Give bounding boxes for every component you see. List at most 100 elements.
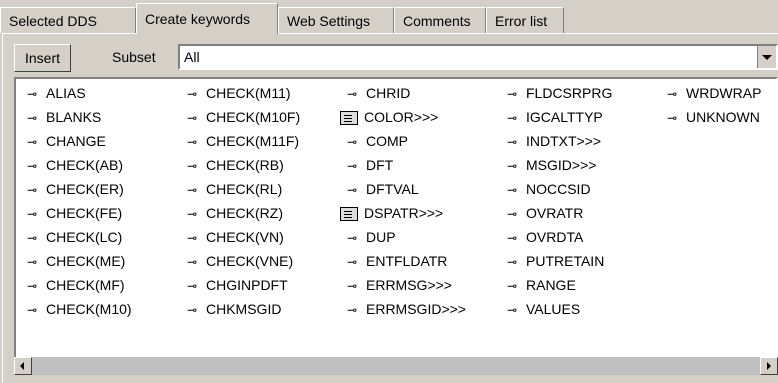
subset-label: Subset [112, 49, 156, 65]
insert-button[interactable]: Insert [14, 44, 72, 72]
list-item[interactable]: ⊸ COMP [340, 129, 408, 153]
list-item[interactable]: ⊸ OVRDTA [500, 225, 583, 249]
list-item[interactable]: ⊸ NOCCSID [500, 177, 591, 201]
key-icon: ⊸ [506, 159, 518, 174]
key-icon: ⊸ [506, 183, 518, 198]
list-item[interactable]: ⊸ MSGID>>> [500, 153, 596, 177]
list-item[interactable]: ⊸ PUTRETAIN [500, 249, 604, 273]
subset-select[interactable]: All [178, 44, 778, 70]
key-icon: ⊸ [346, 135, 358, 150]
list-item[interactable]: ⊸ CHECK(MF) [20, 273, 125, 297]
tab-label: Comments [403, 13, 471, 29]
list-item[interactable]: ⊸ RANGE [500, 273, 576, 297]
list-item[interactable]: ⊸ CHECK(LC) [20, 225, 122, 249]
list-item[interactable]: ⊸ ENTFLDATR [340, 249, 447, 273]
key-icon: ⊸ [506, 231, 518, 246]
list-item[interactable]: ⊸ CHECK(AB) [20, 153, 123, 177]
key-icon: ⊸ [26, 135, 38, 150]
list-item[interactable]: ⊸ WRDWRAP [660, 81, 761, 105]
list-item[interactable]: ⊸ CHECK(RL) [180, 177, 282, 201]
tab-web-settings[interactable]: Web Settings [278, 7, 394, 33]
chevron-down-icon[interactable] [757, 46, 776, 68]
list-item[interactable]: ⊸ VALUES [500, 297, 580, 321]
list-item[interactable]: ⊸ UNKNOWN [660, 105, 760, 129]
list-item[interactable]: ⊸ DUP [340, 225, 396, 249]
key-icon: ⊸ [26, 255, 38, 270]
key-icon: ⊸ [186, 303, 198, 318]
list-item[interactable]: ⊸ OVRATR [500, 201, 583, 225]
key-icon: ⊸ [506, 279, 518, 294]
key-icon: ⊸ [506, 111, 518, 126]
tab-comments[interactable]: Comments [394, 7, 486, 33]
list-item[interactable]: ⊸ ERRMSGID>>> [340, 297, 466, 321]
list-item[interactable]: ⊸ CHECK(VN) [180, 225, 284, 249]
key-icon: ⊸ [26, 303, 38, 318]
key-icon: ⊸ [186, 111, 198, 126]
list-item[interactable]: ⊸ CHECK(ME) [20, 249, 125, 273]
list-item[interactable]: ⊸ BLANKS [20, 105, 101, 129]
scroll-track[interactable] [32, 357, 760, 375]
list-item[interactable]: ⊸ CHANGE [20, 129, 106, 153]
list-item[interactable]: ⊸ CHECK(M11F) [180, 129, 299, 153]
list-icon [340, 207, 358, 222]
list-item[interactable]: ⊸ ERRMSG>>> [340, 273, 452, 297]
horizontal-scrollbar[interactable] [14, 357, 778, 375]
list-item[interactable]: ⊸ CHECK(M10F) [180, 105, 300, 129]
list-item[interactable]: ⊸ ALIAS [20, 81, 86, 105]
tab-label: Error list [495, 13, 548, 29]
list-item[interactable]: ⊸ DFTVAL [340, 177, 419, 201]
keyword-list[interactable]: ⊸ ALIAS ⊸ BLANKS ⊸ CHANGE ⊸ CHECK(AB) ⊸ CHECK… [14, 77, 778, 375]
key-icon: ⊸ [186, 231, 198, 246]
key-icon: ⊸ [26, 207, 38, 222]
list-item[interactable]: ⊸ CHECK(VNE) [180, 249, 293, 273]
key-icon: ⊸ [346, 231, 358, 246]
subset-selected-value: All [184, 49, 200, 65]
tab-error-list[interactable]: Error list [486, 7, 564, 33]
key-icon: ⊸ [346, 279, 358, 294]
key-icon: ⊸ [506, 87, 518, 102]
tab-label: Selected DDS [9, 13, 97, 29]
list-item[interactable]: ⊸ CHKMSGID [180, 297, 281, 321]
list-item[interactable]: ⊸ CHECK(RZ) [180, 201, 283, 225]
key-icon: ⊸ [506, 207, 518, 222]
list-item[interactable]: ⊸ CHGINPDFT [180, 273, 288, 297]
tab-label: Web Settings [287, 13, 371, 29]
key-icon: ⊸ [186, 135, 198, 150]
key-icon: ⊸ [26, 183, 38, 198]
list-item[interactable]: ⊸ CHECK(M11) [180, 81, 291, 105]
key-icon: ⊸ [346, 303, 358, 318]
list-item[interactable]: COLOR>>> [340, 105, 438, 129]
list-item[interactable]: DSPATR>>> [340, 201, 443, 225]
list-item[interactable]: ⊸ DFT [340, 153, 393, 177]
list-item[interactable]: ⊸ CHECK(ER) [20, 177, 124, 201]
list-item[interactable]: ⊸ CHECK(FE) [20, 201, 122, 225]
tab-bar: Selected DDS Create keywords Web Setting… [0, 0, 778, 34]
list-item[interactable]: ⊸ CHRID [340, 81, 410, 105]
scroll-left-icon[interactable] [14, 357, 32, 375]
key-icon: ⊸ [666, 111, 678, 126]
key-icon: ⊸ [26, 231, 38, 246]
key-icon: ⊸ [186, 279, 198, 294]
tab-create-keywords[interactable]: Create keywords [136, 3, 278, 34]
key-icon: ⊸ [26, 159, 38, 174]
key-icon: ⊸ [506, 255, 518, 270]
key-icon: ⊸ [346, 183, 358, 198]
key-icon: ⊸ [186, 183, 198, 198]
key-icon: ⊸ [506, 135, 518, 150]
key-icon: ⊸ [346, 159, 358, 174]
key-icon: ⊸ [346, 87, 358, 102]
key-icon: ⊸ [186, 255, 198, 270]
tab-label: Create keywords [145, 11, 251, 27]
key-icon: ⊸ [186, 159, 198, 174]
list-icon [340, 111, 358, 126]
list-item[interactable]: ⊸ IGCALTTYP [500, 105, 603, 129]
tab-selected-dds[interactable]: Selected DDS [0, 7, 136, 33]
list-item[interactable]: ⊸ CHECK(M10) [20, 297, 132, 321]
list-item[interactable]: ⊸ CHECK(RB) [180, 153, 284, 177]
scroll-right-icon[interactable] [760, 357, 778, 375]
key-icon: ⊸ [186, 87, 198, 102]
list-item[interactable]: ⊸ INDTXT>>> [500, 129, 601, 153]
key-icon: ⊸ [26, 279, 38, 294]
list-item[interactable]: ⊸ FLDCSRPRG [500, 81, 612, 105]
key-icon: ⊸ [26, 111, 38, 126]
